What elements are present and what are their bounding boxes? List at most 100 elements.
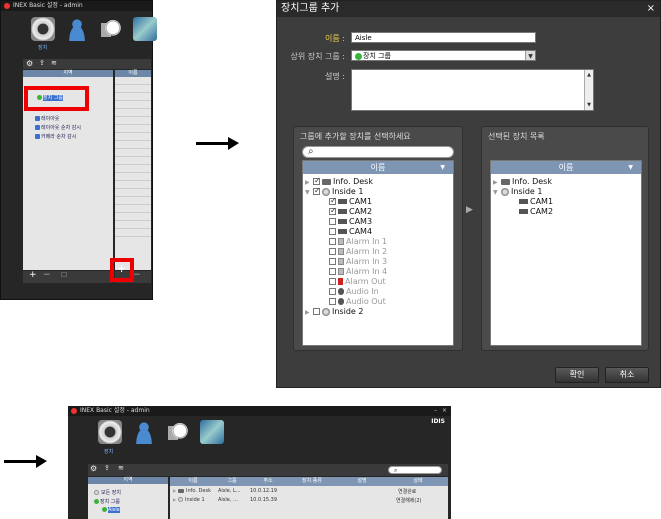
checkbox[interactable] (329, 258, 336, 265)
tree-node-alarm-out[interactable]: Alarm Out (329, 277, 386, 287)
selected-node-cam2[interactable]: CAM2 (519, 207, 553, 217)
camera-icon (338, 229, 347, 234)
checkbox[interactable] (329, 218, 336, 225)
device-select-title: 그룹에 추가할 장치를 선택하세요 (300, 132, 411, 141)
device-list-header[interactable]: 이름 ▼ (303, 161, 453, 174)
checkbox[interactable] (313, 176, 321, 186)
user-icon[interactable] (132, 420, 156, 444)
selected-list-header[interactable]: 이름 ▼ (491, 161, 641, 174)
edit-icon[interactable]: ☐ (61, 271, 67, 279)
upload-icon[interactable]: ⇪ (104, 464, 110, 472)
gear-icon[interactable]: ⚙ (90, 464, 97, 473)
table-row[interactable]: ▶ Inside 1 Aisle, ... 10.0.15.39 연결해제(2) (170, 496, 448, 504)
all-devices-icon (94, 490, 99, 495)
device-tree-list: 이름▼ ▶Info. Desk ▼Inside 1 CAM1 CAM2 CAM3… (302, 160, 454, 346)
scrollbar[interactable]: ▲ ▼ (584, 70, 593, 110)
tree-item-layout[interactable]: 레이아웃 (35, 115, 59, 122)
checkbox[interactable] (329, 278, 336, 285)
tree-node-cam2[interactable]: CAM2 (329, 206, 372, 217)
col-status[interactable]: 상태 (388, 477, 448, 486)
cell-address: 10.0.15.39 (250, 497, 278, 503)
cell-status: 연결완료 (398, 489, 417, 495)
sort-icon[interactable]: ▼ (440, 161, 445, 174)
tree-node-cam3[interactable]: CAM3 (329, 217, 372, 227)
remove-icon[interactable]: − (43, 270, 51, 280)
checkbox[interactable] (329, 288, 336, 295)
selected-node-inside-1[interactable]: ▼ Inside 1 (493, 187, 542, 197)
parent-group-select[interactable]: 장치 그룹 ▼ (351, 50, 536, 61)
network-icon[interactable]: ≋ (51, 59, 57, 67)
col-device-type[interactable]: 장치 종류 (288, 477, 336, 486)
tree-node-alarm-in-3[interactable]: Alarm In 3 (329, 257, 387, 267)
name-input[interactable]: Aisle (351, 32, 536, 43)
tree-node-alarm-in-4[interactable]: Alarm In 4 (329, 267, 387, 277)
search-input[interactable]: ⌕ (302, 146, 454, 158)
checkbox[interactable] (329, 238, 336, 245)
speaker-icon (338, 298, 344, 305)
tab-device-label: 장치 (104, 449, 114, 455)
description-textarea[interactable]: ▲ ▼ (351, 69, 594, 111)
window-title: INEX Basic 설정 - admin (13, 2, 83, 9)
device-icon (322, 178, 331, 185)
sensor-icon (338, 248, 344, 255)
checkbox[interactable] (313, 186, 321, 196)
checkbox[interactable] (329, 228, 336, 235)
tree-node-cam4[interactable]: CAM4 (329, 227, 372, 237)
tree-node-inside-2[interactable]: ▶ Inside 2 (305, 307, 363, 317)
col-group[interactable]: 그룹 (216, 477, 248, 486)
upload-icon[interactable]: ⇪ (39, 59, 45, 67)
network-icon[interactable]: ≋ (118, 464, 124, 472)
highlight-add-button: + (110, 258, 134, 282)
tree-item-camera-sequence[interactable]: 카메라 순차 감시 (35, 133, 76, 140)
gear-icon[interactable]: ⚙ (26, 59, 33, 68)
tree-bottom-toolbar: + − ☐ (23, 270, 113, 283)
move-right-icon[interactable]: ▶ (466, 205, 473, 215)
minimize-icon[interactable]: – (434, 406, 437, 416)
chevron-down-icon[interactable]: ▼ (525, 51, 535, 60)
user-icon[interactable] (65, 17, 89, 41)
tree-item-aisle[interactable]: Aisle (102, 507, 120, 513)
checkbox[interactable] (329, 196, 337, 206)
selected-node-info-desk[interactable]: ▶ Info. Desk (493, 177, 552, 187)
checkbox[interactable] (329, 248, 336, 255)
col-address[interactable]: 주소 (248, 477, 288, 486)
schedule-icon[interactable] (99, 17, 123, 41)
col-description[interactable]: 설명 (336, 477, 388, 486)
tree-node-alarm-in-1[interactable]: Alarm In 1 (329, 237, 387, 247)
cell-name: Inside 1 (185, 497, 205, 503)
tree-node-audio-out[interactable]: Audio Out (329, 297, 386, 307)
tree-node-alarm-in-2[interactable]: Alarm In 2 (329, 247, 387, 257)
checkbox[interactable] (329, 298, 336, 305)
checkbox[interactable] (329, 206, 337, 216)
alarm-out-icon (338, 278, 343, 285)
map-icon[interactable] (200, 420, 224, 444)
search-input[interactable]: ⌕ (388, 466, 442, 474)
tab-device-label: 장치 (38, 45, 48, 51)
sort-icon[interactable]: ▼ (628, 161, 633, 174)
sensor-icon (338, 258, 344, 265)
checkbox[interactable] (313, 308, 320, 315)
checkbox[interactable] (329, 268, 336, 275)
schedule-icon[interactable] (166, 420, 190, 444)
close-icon[interactable]: × (647, 3, 655, 14)
map-icon[interactable] (133, 17, 157, 41)
sensor-icon (338, 238, 344, 245)
add-icon[interactable]: + (29, 270, 37, 280)
device-camera-icon[interactable] (31, 17, 55, 41)
selected-node-cam1[interactable]: CAM1 (519, 197, 553, 207)
tree-item-layout-sequence[interactable]: 레이아웃 순차 감시 (35, 124, 81, 131)
camera-icon (519, 209, 528, 214)
remove-device-icon[interactable]: − (133, 270, 141, 280)
tree-item-device-group[interactable]: 장치 그룹 (94, 498, 120, 505)
table-row[interactable]: ▶ Info. Desk Aisle, L... 10.0.12.19 연결완료 (170, 487, 448, 495)
tree-panel: 지역 모든 장치 장치 그룹 Aisle (88, 477, 168, 519)
ok-button[interactable]: 확인 (555, 367, 599, 383)
group-icon (322, 187, 330, 196)
add-device-icon[interactable]: + (117, 262, 126, 275)
col-name[interactable]: 이름 (170, 477, 216, 486)
device-camera-icon[interactable] (98, 420, 122, 444)
close-icon[interactable]: × (442, 406, 447, 416)
tree-item-all-devices[interactable]: 모든 장치 (94, 489, 121, 496)
cancel-button[interactable]: 취소 (605, 367, 649, 383)
tree-node-audio-in[interactable]: Audio In (329, 287, 379, 297)
